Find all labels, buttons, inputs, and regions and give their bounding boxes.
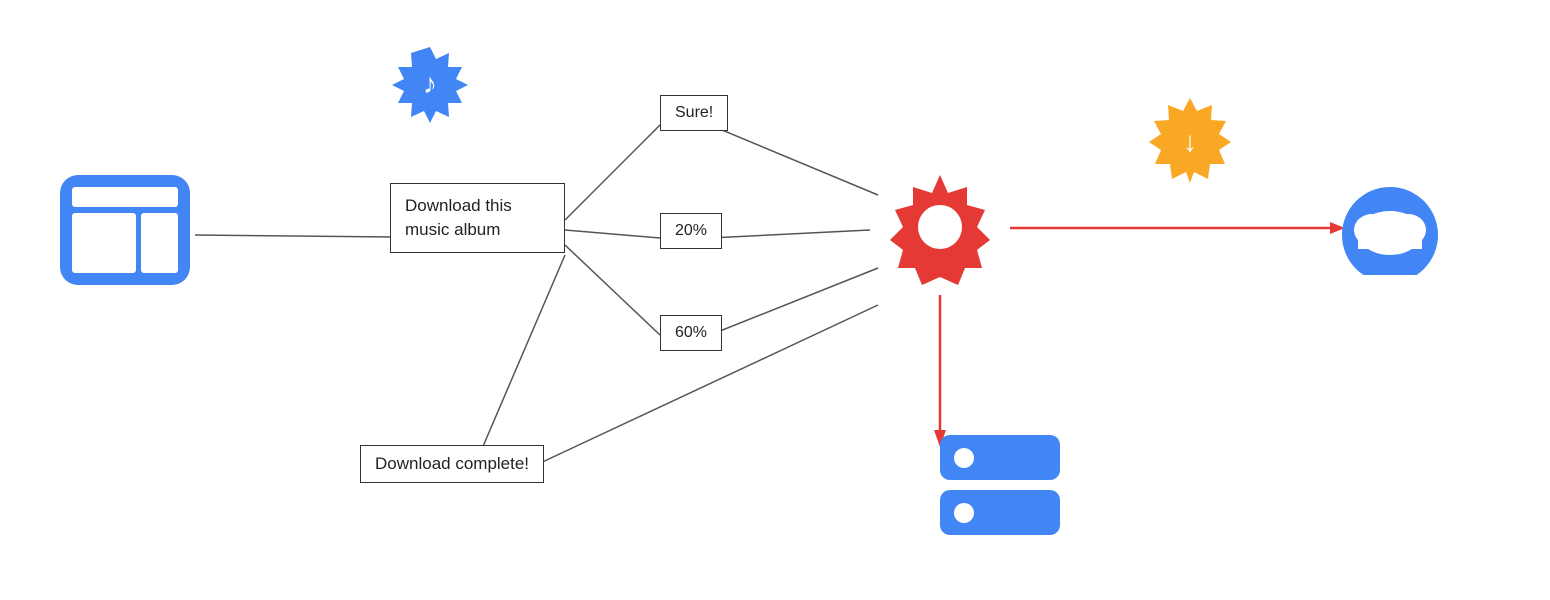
db-dot-1 [954, 448, 974, 468]
browser-right-panel [141, 213, 178, 273]
svg-text:↓: ↓ [1183, 126, 1197, 157]
browser-bottom [72, 213, 178, 273]
arrows-svg [0, 0, 1550, 600]
download-complete-message: Download complete! [360, 445, 544, 483]
processing-gear-icon [870, 155, 1010, 295]
database-icon-1 [940, 435, 1060, 480]
sixty-percent-message: 60% [660, 315, 722, 351]
download-badge-icon: ↓ [1145, 95, 1235, 185]
browser-top-bar [72, 187, 178, 207]
twenty-percent-message: 20% [660, 213, 722, 249]
cloud-storage-icon [1330, 175, 1450, 275]
download-album-message: Download this music album [390, 183, 565, 253]
db-dot-2 [954, 503, 974, 523]
diagram-container: ♪ Download this music album Sure! 20% 60… [0, 0, 1550, 600]
browser-left-panel [72, 213, 136, 273]
database-icon-2 [940, 490, 1060, 535]
music-badge-icon: ♪ [390, 45, 470, 125]
sure-message: Sure! [660, 95, 728, 131]
svg-text:♪: ♪ [423, 68, 437, 99]
browser-icon [60, 175, 190, 285]
